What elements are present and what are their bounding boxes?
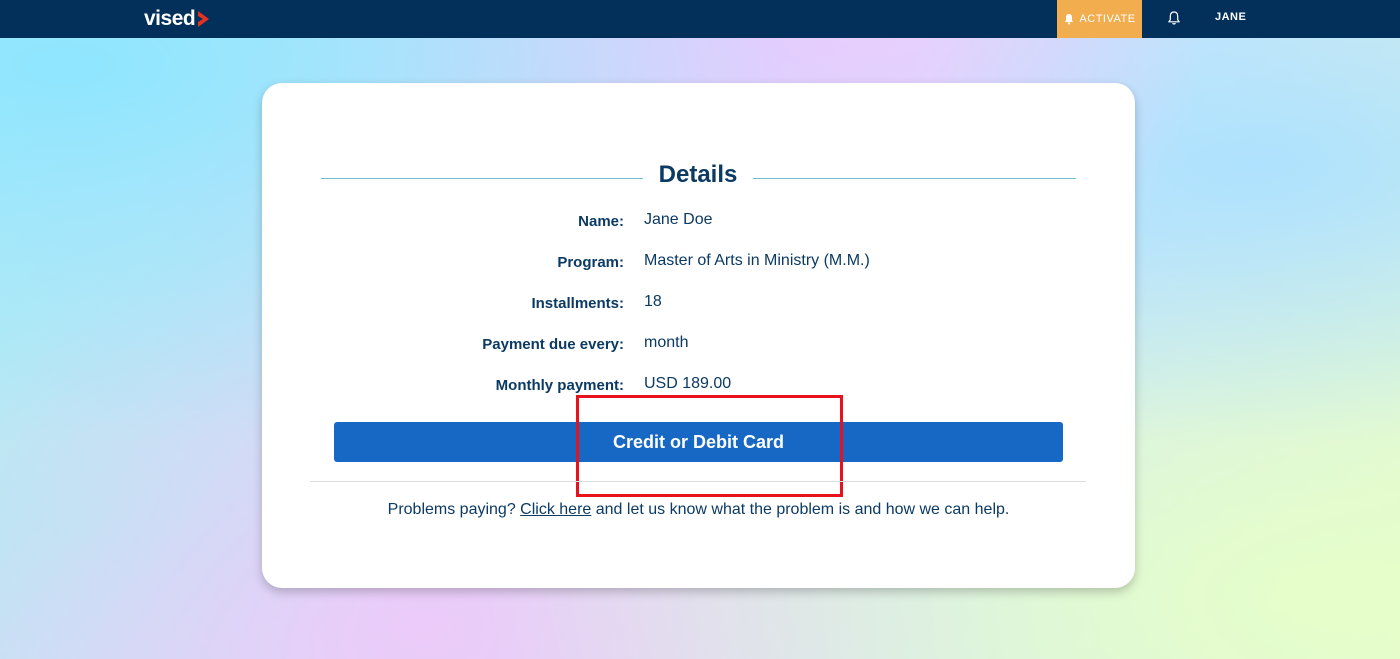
detail-label: Payment due every:	[482, 336, 624, 353]
detail-row-installments: Installments: 18	[262, 292, 1135, 314]
detail-value: Master of Arts in Ministry (M.M.)	[644, 252, 870, 269]
divider-left	[321, 178, 643, 179]
detail-label: Installments:	[531, 295, 624, 312]
details-title: Details	[658, 161, 738, 188]
detail-value: month	[644, 334, 689, 351]
details-header: Details	[321, 157, 1076, 191]
help-text: Problems paying? Click here and let us k…	[262, 501, 1135, 519]
bell-icon[interactable]	[1166, 10, 1182, 26]
help-suffix: and let us know what the problem is and …	[591, 501, 1010, 518]
detail-value: USD 189.00	[644, 375, 732, 392]
detail-label: Name:	[578, 213, 624, 230]
detail-value: Jane Doe	[644, 211, 713, 228]
bell-icon	[1065, 14, 1074, 25]
card-divider	[310, 481, 1086, 482]
detail-row-name: Name: Jane Doe	[262, 210, 1135, 232]
detail-row-monthly-payment: Monthly payment: USD 189.00	[262, 374, 1135, 396]
top-navbar: vised ACTIVATE JANE	[0, 0, 1400, 38]
payment-details-card: Details Name: Jane Doe Program: Master o…	[262, 83, 1135, 588]
logo-text: vised	[144, 7, 196, 30]
activate-button[interactable]: ACTIVATE	[1057, 0, 1142, 38]
click-here-link[interactable]: Click here	[520, 501, 591, 518]
detail-label: Program:	[557, 254, 624, 271]
divider-right	[753, 178, 1076, 179]
detail-label: Monthly payment:	[495, 377, 624, 394]
chevron-logo-icon	[198, 11, 210, 27]
user-menu[interactable]: JANE	[1215, 11, 1246, 23]
detail-row-program: Program: Master of Arts in Ministry (M.M…	[262, 251, 1135, 273]
help-prefix: Problems paying?	[387, 501, 521, 518]
detail-row-payment-due: Payment due every: month	[262, 333, 1135, 355]
vised-logo[interactable]: vised	[144, 6, 210, 32]
activate-label: ACTIVATE	[1079, 13, 1136, 25]
detail-value: 18	[644, 293, 662, 310]
